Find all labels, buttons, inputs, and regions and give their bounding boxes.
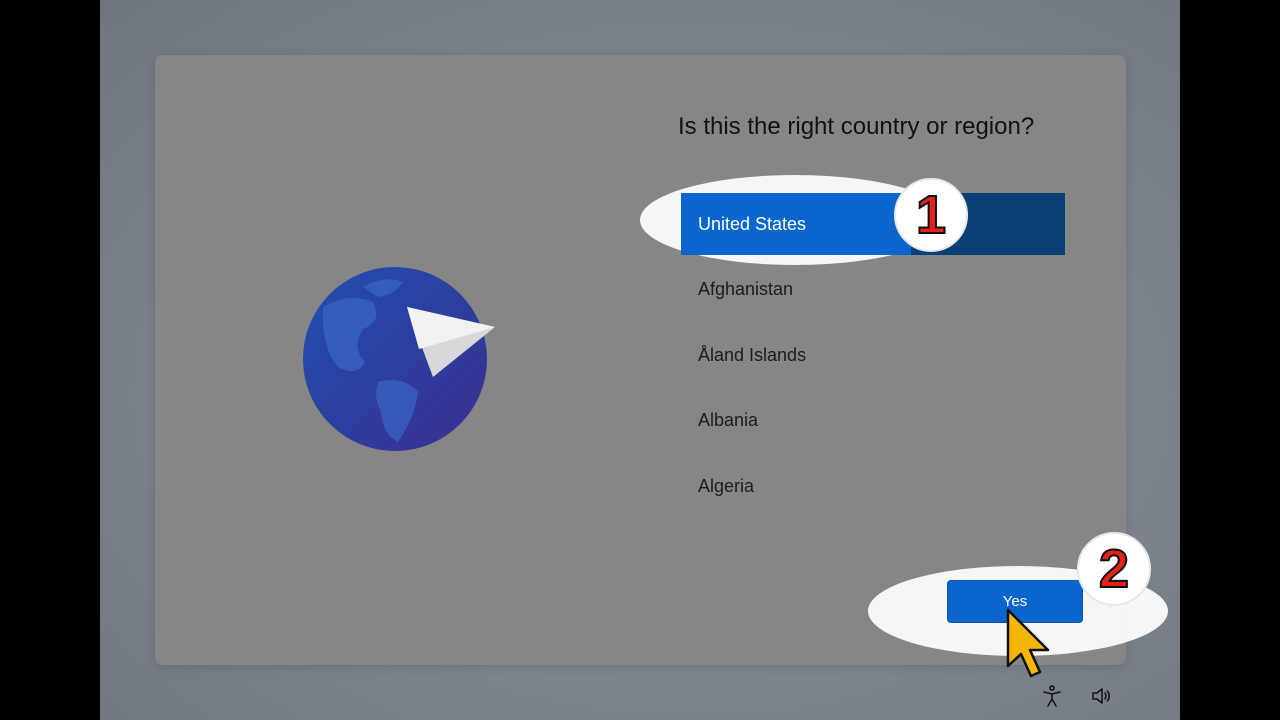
mouse-cursor-icon: [1006, 608, 1050, 678]
country-item-afghanistan[interactable]: Afghanistan: [681, 259, 1065, 321]
accessibility-icon[interactable]: [1040, 684, 1064, 708]
country-item-albania[interactable]: Albania: [681, 390, 1065, 452]
country-label: Albania: [698, 410, 759, 430]
country-label: Åland Islands: [698, 344, 807, 365]
volume-icon[interactable]: [1090, 684, 1114, 708]
country-label: Algeria: [698, 475, 755, 496]
country-item-united-states-overlay[interactable]: United States: [681, 193, 1065, 255]
step-badge-2: 2: [1077, 532, 1151, 606]
globe-illustration: [303, 267, 503, 457]
country-item-aland-islands[interactable]: Åland Islands: [681, 324, 1065, 386]
letterbox-left: [0, 0, 100, 720]
globe-icon: [303, 267, 495, 451]
country-label: United States: [698, 213, 807, 234]
page-title: Is this the right country or region?: [678, 113, 1035, 140]
step-badge-1: 1: [894, 178, 968, 252]
country-item-algeria[interactable]: Algeria: [681, 455, 1065, 517]
letterbox-right: [1180, 0, 1280, 720]
country-label: Afghanistan: [698, 279, 794, 299]
oobe-screen: Is this the right country or region? Uni…: [100, 0, 1180, 720]
